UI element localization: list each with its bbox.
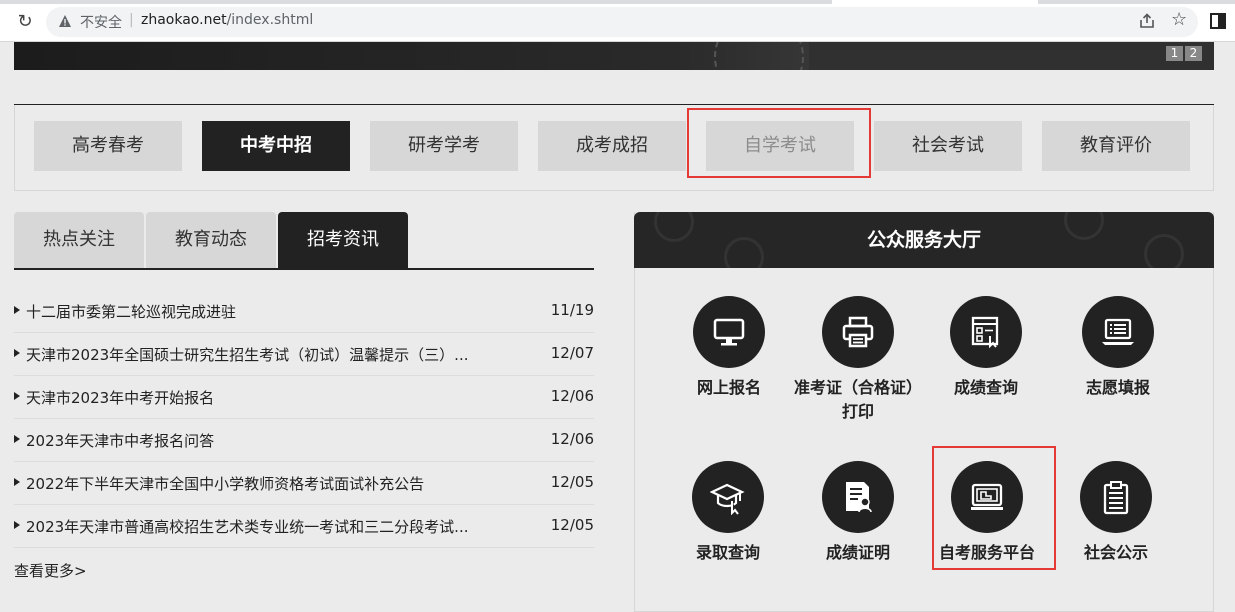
service-label[interactable]: 成绩证明 [788,541,928,565]
news-date: 12/05 [550,516,594,534]
url-host: zhaokao.net [141,12,227,28]
clipboard-icon [1103,481,1129,515]
highlight-box-category [687,108,871,178]
active-tab[interactable] [832,0,1038,4]
news-date: 11/19 [550,301,594,319]
service-label[interactable]: 录取查询 [658,541,798,565]
service-icon-circle[interactable] [692,461,764,533]
news-date: 12/06 [550,430,594,448]
bullet-icon [14,392,20,400]
news-date: 12/06 [550,387,594,405]
printer-icon [842,316,874,348]
banner-slideshow[interactable]: 1 2 [14,42,1214,70]
category-chengkao[interactable]: 成考成招 [538,121,686,171]
service-icon-circle[interactable] [822,296,894,368]
service-label[interactable]: 志愿填报 [1048,376,1188,400]
service-label[interactable]: 成绩查询 [916,376,1056,400]
more-news-link[interactable]: 查看更多> [14,560,87,581]
service-admission-ticket[interactable]: 准考证（合格证）打印 [788,296,928,424]
service-online-registration[interactable]: 网上报名 [659,296,799,400]
news-date: 12/07 [550,344,594,362]
category-yankao[interactable]: 研考学考 [370,121,518,171]
category-zhongkao[interactable]: 中考中招 [202,121,350,171]
service-public-notice[interactable]: 社会公示 [1046,461,1186,565]
tab-education-news[interactable]: 教育动态 [146,212,276,268]
service-label[interactable]: 网上报名 [659,376,799,400]
security-label[interactable]: 不安全 [80,12,122,32]
browser-toolbar: ↻ 不安全 | zhaokao.net/index.shtml ☆ [0,0,1235,42]
list-item[interactable]: 2022年下半年天津市全国中小学教师资格考试面试补充公告 12/05 [14,462,594,505]
bookmark-star-icon[interactable]: ☆ [1171,11,1187,29]
service-icon-circle[interactable] [822,461,894,533]
bullet-icon [14,521,20,529]
service-icon-circle[interactable] [693,296,765,368]
monitor-icon [713,318,745,346]
share-icon[interactable] [1138,12,1156,30]
service-icon-circle[interactable] [1082,296,1154,368]
banner-decoration [714,42,804,70]
laptop-list-icon [1102,318,1134,345]
news-date: 12/05 [550,473,594,491]
service-icon-circle[interactable] [950,296,1022,368]
list-item[interactable]: 天津市2023年全国硕士研究生招生考试（初试）温馨提示（三）... 12/07 [14,333,594,376]
certificate-icon [846,482,872,513]
news-tab-divider [14,268,594,270]
news-title[interactable]: 天津市2023年中考开始报名 [26,387,214,408]
news-list: 十二届市委第二轮巡视完成进驻 11/19 天津市2023年全国硕士研究生招生考试（… [14,290,594,548]
service-label[interactable]: 社会公示 [1046,541,1186,565]
news-title[interactable]: 天津市2023年全国硕士研究生招生考试（初试）温馨提示（三）... [26,344,468,365]
service-score-query[interactable]: 成绩查询 [916,296,1056,400]
service-hall-header: 公众服务大厅 [634,212,1214,268]
service-label[interactable]: 准考证（合格证）打印 [788,376,928,424]
news-title[interactable]: 十二届市委第二轮巡视完成进驻 [26,301,236,322]
bullet-icon [14,306,20,314]
list-item[interactable]: 2023年天津市中考报名问答 12/06 [14,419,594,462]
tab-admission-info[interactable]: 招考资讯 [278,212,408,268]
news-title[interactable]: 2022年下半年天津市全国中小学教师资格考试面试补充公告 [26,473,424,494]
tab-hot-topics[interactable]: 热点关注 [14,212,144,268]
service-icon-circle[interactable] [1080,461,1152,533]
category-gaokao[interactable]: 高考春考 [34,121,182,171]
url-path: /index.shtml [226,12,314,28]
service-score-certificate[interactable]: 成绩证明 [788,461,928,565]
list-item[interactable]: 十二届市委第二轮巡视完成进驻 11/19 [14,290,594,333]
url-text[interactable]: zhaokao.net/index.shtml [141,12,313,28]
service-application-fill[interactable]: 志愿填报 [1048,296,1188,400]
list-item[interactable]: 2023年天津市普通高校招生艺术类专业统一考试和三二分段考试... 12/05 [14,505,594,548]
banner-pager: 1 2 [1166,46,1202,61]
url-separator: | [129,12,134,28]
bullet-icon [14,349,20,357]
reload-icon[interactable]: ↻ [14,11,36,33]
banner-page-2[interactable]: 2 [1185,46,1202,61]
bullet-icon [14,478,20,486]
service-admission-query[interactable]: 录取查询 [658,461,798,565]
list-item[interactable]: 天津市2023年中考开始报名 12/06 [14,376,594,419]
score-query-icon [971,316,999,349]
category-pingjia[interactable]: 教育评价 [1042,121,1190,171]
category-shehui[interactable]: 社会考试 [874,121,1022,171]
graduation-cap-icon [710,483,745,515]
bullet-icon [14,435,20,443]
banner-image-panel [809,42,1214,70]
tab-strip [0,0,1235,4]
banner-page-1[interactable]: 1 [1166,46,1183,61]
side-panel-icon[interactable] [1210,13,1226,29]
highlight-box-service [932,446,1056,570]
news-title[interactable]: 2023年天津市中考报名问答 [26,430,214,451]
warning-icon[interactable] [58,14,72,28]
news-title[interactable]: 2023年天津市普通高校招生艺术类专业统一考试和三二分段考试... [26,516,468,537]
service-hall-title: 公众服务大厅 [866,229,981,251]
